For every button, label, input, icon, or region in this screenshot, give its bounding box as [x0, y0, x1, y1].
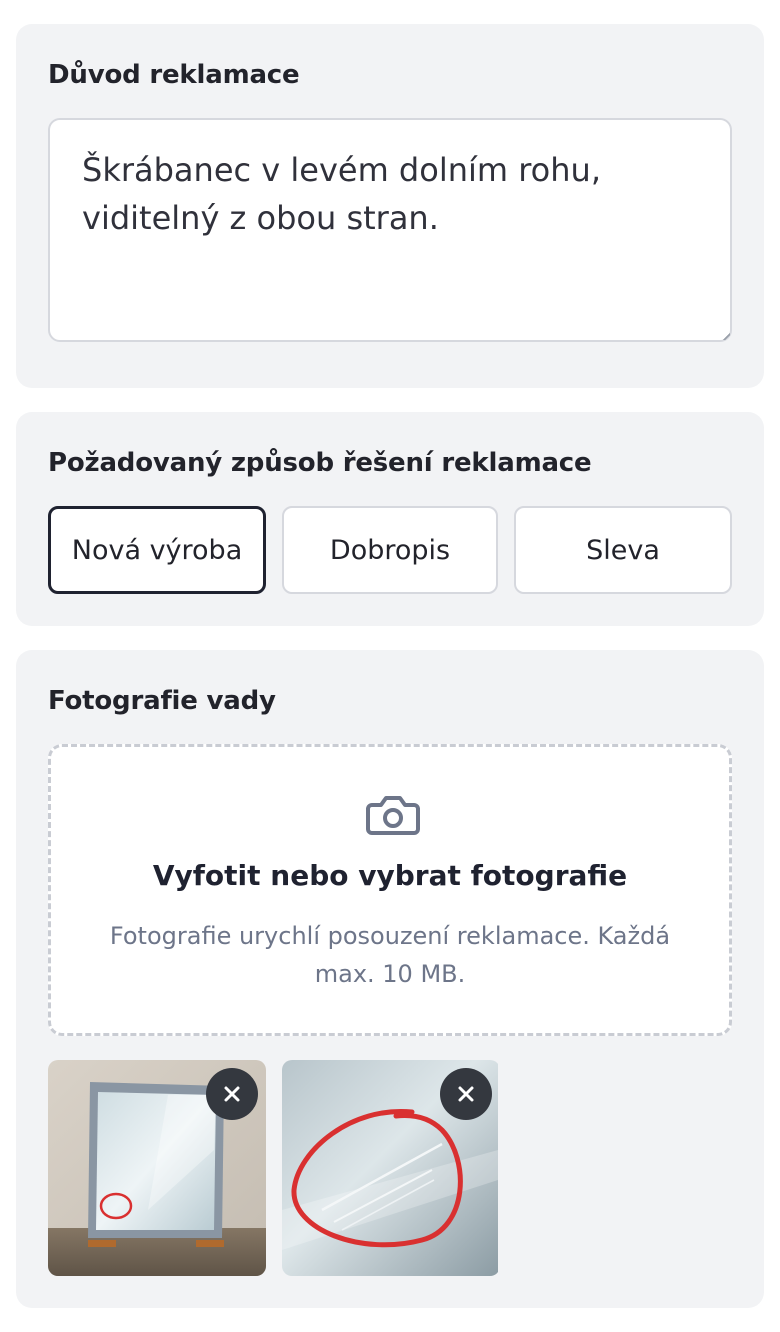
close-icon	[458, 1086, 474, 1102]
photos-card: Fotografie vady Vyfotit nebo vybrat foto…	[16, 650, 764, 1308]
dropzone-hint: Fotografie urychlí posouzení reklamace. …	[109, 922, 671, 988]
option-dobropis[interactable]: Dobropis	[282, 506, 498, 594]
close-icon	[224, 1086, 240, 1102]
dropzone-title: Vyfotit nebo vybrat fotografie	[152, 859, 628, 892]
option-nova-vyroba[interactable]: Nová výroba	[48, 506, 266, 594]
photo-dropzone[interactable]: Vyfotit nebo vybrat fotografie Fotografi…	[48, 744, 732, 1036]
reason-textarea[interactable]: Škrábanec v levém dolním rohu, viditelný…	[48, 118, 732, 342]
resize-handle-icon[interactable]	[722, 332, 730, 340]
camera-icon	[366, 796, 420, 835]
reason-title: Důvod reklamace	[48, 60, 300, 90]
remove-photo-button[interactable]	[206, 1068, 258, 1120]
remove-photo-button[interactable]	[440, 1068, 492, 1120]
photo-thumbnail[interactable]	[282, 1060, 500, 1276]
photo-thumbnail[interactable]	[48, 1060, 266, 1276]
option-sleva[interactable]: Sleva	[514, 506, 732, 594]
resolution-title: Požadovaný způsob řešení reklamace	[48, 448, 592, 478]
photos-title: Fotografie vady	[48, 686, 276, 716]
reason-card: Důvod reklamace Škrábanec v levém dolním…	[16, 24, 764, 388]
resolution-card: Požadovaný způsob řešení reklamace Nová …	[16, 412, 764, 626]
